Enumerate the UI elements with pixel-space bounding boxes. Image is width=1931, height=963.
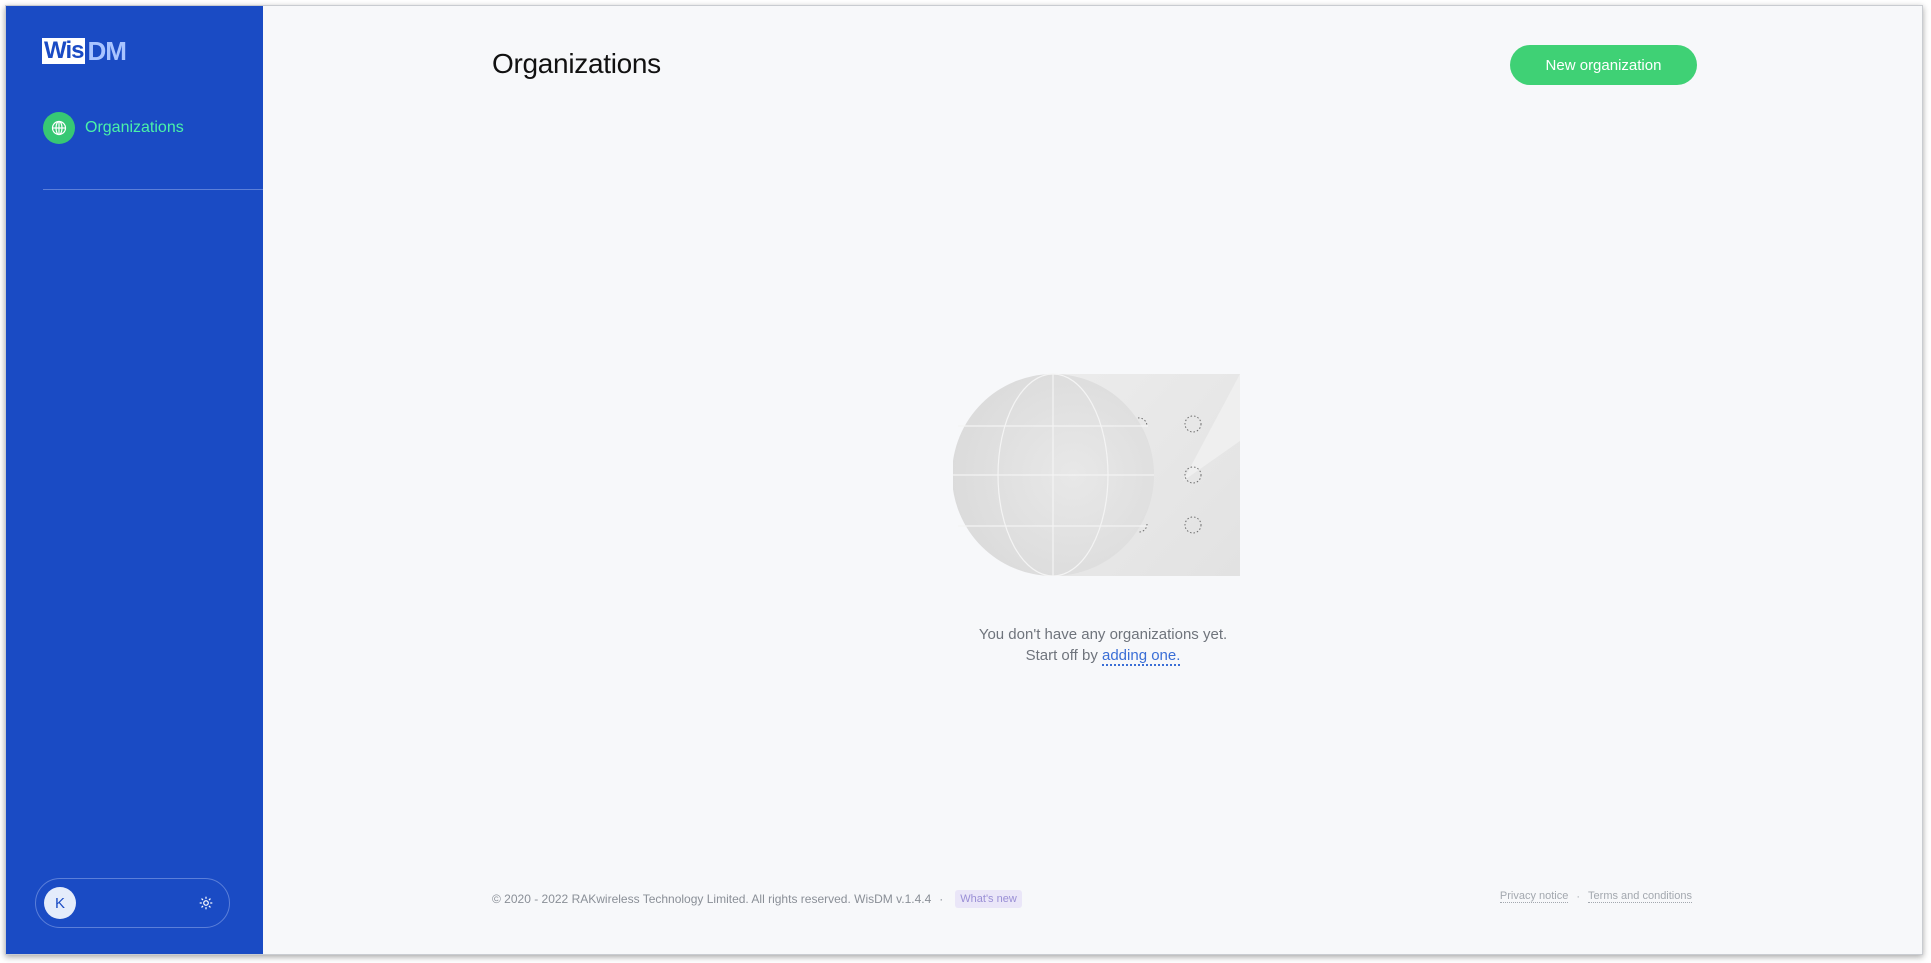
- new-organization-button[interactable]: New organization: [1510, 45, 1697, 85]
- app-window: Wis DM Organizations K Organizations New…: [5, 5, 1923, 955]
- page-title: Organizations: [492, 48, 661, 79]
- empty-state-message: You don't have any organizations yet. St…: [853, 624, 1353, 666]
- avatar[interactable]: K: [44, 887, 76, 919]
- empty-state-line2: Start off by adding one.: [853, 645, 1353, 666]
- footer-separator: ·: [939, 892, 944, 906]
- user-menu[interactable]: K: [35, 878, 230, 928]
- logo-dm: DM: [87, 36, 126, 66]
- privacy-notice-link[interactable]: Privacy notice: [1499, 890, 1569, 903]
- empty-organizations-illustration: [953, 373, 1240, 576]
- empty-state-prefix: Start off by: [1025, 647, 1102, 664]
- logo-wis: Wis: [42, 37, 86, 64]
- adding-one-link-period: .: [1176, 647, 1181, 664]
- gear-icon[interactable]: [197, 894, 215, 912]
- sidebar-divider: [43, 189, 263, 190]
- wisdm-logo[interactable]: Wis DM: [42, 36, 127, 66]
- footer-links: Privacy notice · Terms and conditions: [1499, 890, 1692, 903]
- whats-new-link[interactable]: What's new: [955, 890, 1022, 908]
- adding-one-link-text: adding one: [1102, 647, 1177, 664]
- empty-state-line1: You don't have any organizations yet.: [978, 626, 1228, 643]
- sidebar: Wis DM Organizations K: [6, 6, 263, 954]
- sidebar-item-label: Organizations: [85, 119, 184, 136]
- adding-one-link[interactable]: adding one.: [1102, 647, 1181, 666]
- terms-and-conditions-link[interactable]: Terms and conditions: [1588, 890, 1692, 903]
- globe-icon: [43, 112, 75, 144]
- copyright-text: © 2020 - 2022 RAKwireless Technology Lim…: [492, 892, 932, 906]
- footer-links-separator: ·: [1576, 890, 1581, 903]
- sidebar-item-organizations[interactable]: Organizations: [43, 112, 184, 144]
- main-content: Organizations New organization You don't…: [263, 6, 1922, 954]
- footer-copyright: © 2020 - 2022 RAKwireless Technology Lim…: [492, 890, 1022, 908]
